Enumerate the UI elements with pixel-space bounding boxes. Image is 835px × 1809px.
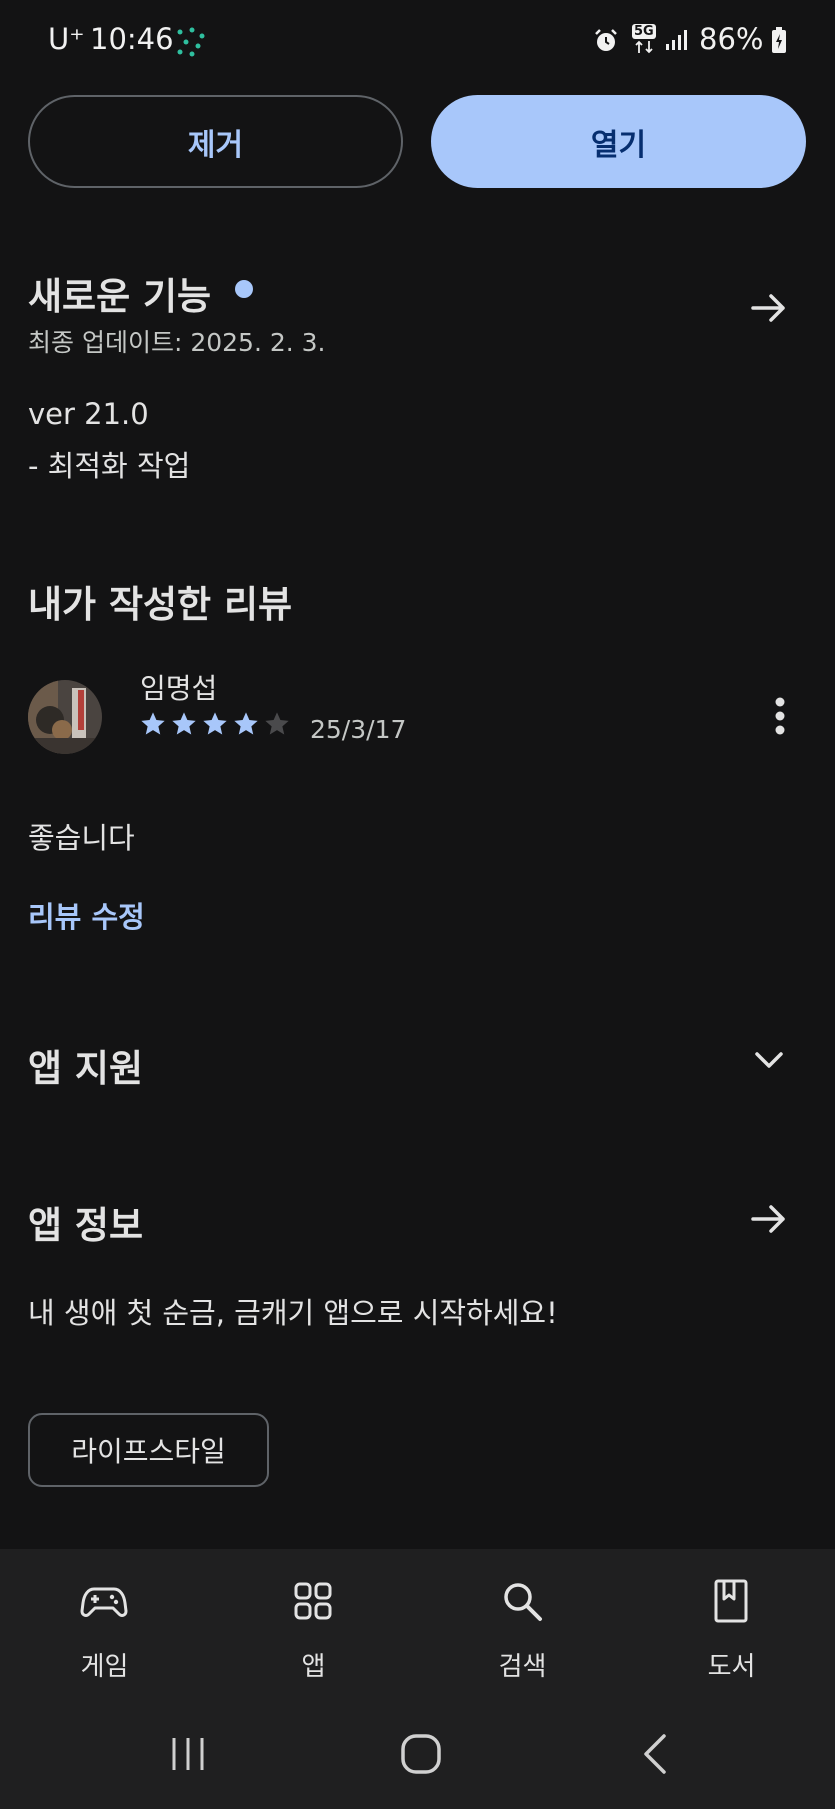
- edit-review-link[interactable]: 리뷰 수정: [28, 894, 145, 936]
- new-indicator-dot: [235, 280, 253, 298]
- remove-button[interactable]: 제거: [28, 95, 403, 188]
- nav-item-search[interactable]: 검색: [418, 1549, 627, 1704]
- app-info-title[interactable]: 앱 정보: [28, 1195, 143, 1249]
- signal-icon: [666, 30, 687, 50]
- star-filled-icon: [234, 712, 258, 735]
- star-filled-icon: [141, 712, 165, 735]
- arrow-right-icon[interactable]: [747, 1197, 791, 1241]
- nav-item-books[interactable]: 도서: [627, 1549, 835, 1704]
- nav-label-search: 검색: [498, 1652, 547, 1682]
- more-options-icon[interactable]: [766, 694, 794, 738]
- book-icon: [714, 1579, 748, 1623]
- release-notes-text: - 최적화 작업: [28, 449, 191, 483]
- alarm-icon: [595, 29, 617, 51]
- nav-item-games[interactable]: 게임: [0, 1549, 209, 1704]
- network-5g-icon: 5G: [630, 24, 658, 54]
- review-date: 25/3/17: [310, 715, 407, 744]
- carrier-label: U⁺: [48, 22, 85, 56]
- bottom-nav: 게임 앱 검색 도서: [0, 1549, 835, 1704]
- whats-new-title[interactable]: 새로운 기능: [28, 266, 211, 320]
- apps-grid-icon: [294, 1582, 332, 1620]
- activity-dots-icon: [177, 27, 205, 57]
- network-label: 5G: [632, 24, 656, 39]
- star-filled-icon: [203, 712, 227, 735]
- reviewer-name: 임명섭: [140, 672, 218, 705]
- battery-charging-icon: [772, 27, 786, 53]
- my-review-title: 내가 작성한 리뷰: [28, 583, 293, 626]
- nav-label-games: 게임: [80, 1652, 129, 1682]
- last-updated-text: 최종 업데이트: 2025. 2. 3.: [28, 328, 326, 357]
- arrow-right-icon[interactable]: [747, 286, 791, 330]
- star-filled-icon: [172, 712, 196, 735]
- battery-percent: 86%: [699, 22, 764, 56]
- recent-apps-icon[interactable]: [168, 1734, 208, 1774]
- version-text: ver 21.0: [28, 397, 149, 431]
- back-icon[interactable]: [640, 1732, 672, 1776]
- nav-label-apps: 앱: [301, 1652, 326, 1682]
- search-icon: [504, 1583, 542, 1621]
- status-bar: U⁺ 10:46 5G 86%: [0, 0, 835, 82]
- avatar: [28, 680, 102, 754]
- star-empty-icon: [265, 712, 289, 735]
- open-button[interactable]: 열기: [431, 95, 806, 188]
- gamepad-icon: [80, 1587, 128, 1617]
- nav-label-books: 도서: [707, 1652, 756, 1682]
- nav-item-apps[interactable]: 앱: [209, 1549, 418, 1704]
- status-clock: 10:46: [90, 22, 174, 56]
- system-nav-bar: [0, 1704, 835, 1809]
- review-body: 좋습니다: [28, 821, 135, 855]
- category-chip[interactable]: 라이프스타일: [28, 1413, 269, 1487]
- chevron-down-icon[interactable]: [747, 1038, 791, 1082]
- star-rating: [139, 710, 291, 742]
- app-description: 내 생애 첫 순금, 금캐기 앱으로 시작하세요!: [28, 1296, 558, 1330]
- home-icon[interactable]: [399, 1732, 443, 1776]
- app-support-title[interactable]: 앱 지원: [28, 1038, 143, 1092]
